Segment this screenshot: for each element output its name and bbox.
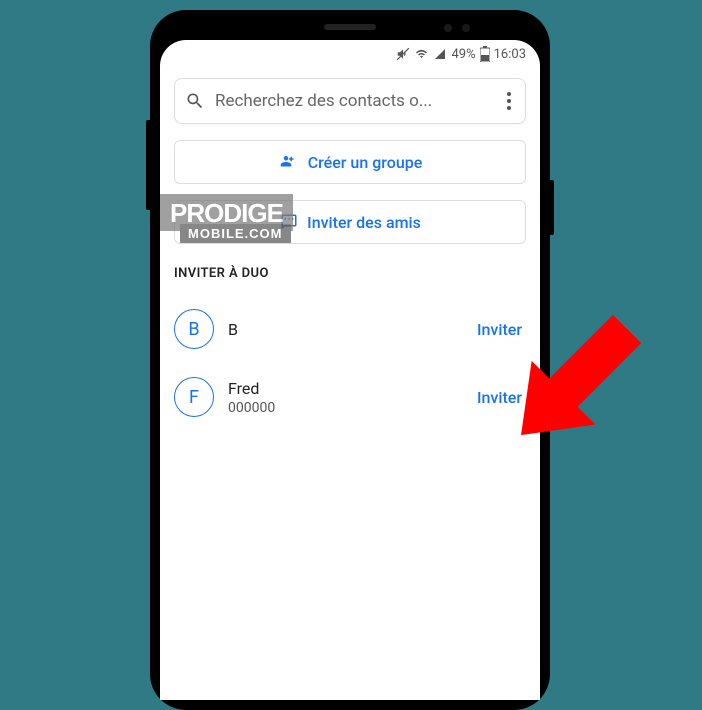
create-group-label: Créer un groupe — [308, 153, 423, 172]
battery-pct: 49% — [451, 47, 475, 62]
status-bar: 49% 16:03 — [160, 40, 540, 68]
contact-info: B — [228, 320, 463, 339]
invite-button[interactable]: Inviter — [477, 320, 526, 339]
list-item[interactable]: B B Inviter — [174, 309, 526, 349]
chat-icon — [279, 213, 299, 231]
clock: 16:03 — [494, 47, 526, 62]
avatar: B — [174, 309, 214, 349]
phone-frame: 49% 16:03 Recherchez des contacts o... C… — [150, 10, 550, 710]
wifi-icon — [414, 48, 429, 60]
phone-screen: 49% 16:03 Recherchez des contacts o... C… — [160, 40, 540, 700]
group-add-icon — [278, 153, 300, 171]
more-menu-icon[interactable] — [503, 88, 515, 114]
section-header: INVITER À DUO — [174, 266, 526, 281]
search-icon — [185, 91, 205, 111]
battery-icon — [480, 46, 490, 62]
invite-friends-button[interactable]: Inviter des amis — [174, 200, 526, 244]
contact-name: Fred — [228, 379, 463, 398]
contact-info: Fred 000000 — [228, 379, 463, 416]
list-item[interactable]: F Fred 000000 Inviter — [174, 377, 526, 417]
invite-button[interactable]: Inviter — [477, 388, 526, 407]
volume-button — [146, 120, 150, 210]
contact-sub: 000000 — [228, 400, 463, 416]
search-input[interactable]: Recherchez des contacts o... — [215, 91, 493, 111]
phone-notch — [160, 20, 540, 40]
power-button — [550, 180, 554, 235]
contact-name: B — [228, 320, 463, 339]
signal-icon — [433, 48, 447, 60]
invite-friends-label: Inviter des amis — [307, 213, 421, 232]
mute-icon — [396, 47, 410, 61]
search-bar[interactable]: Recherchez des contacts o... — [174, 78, 526, 124]
create-group-button[interactable]: Créer un groupe — [174, 140, 526, 184]
avatar: F — [174, 377, 214, 417]
